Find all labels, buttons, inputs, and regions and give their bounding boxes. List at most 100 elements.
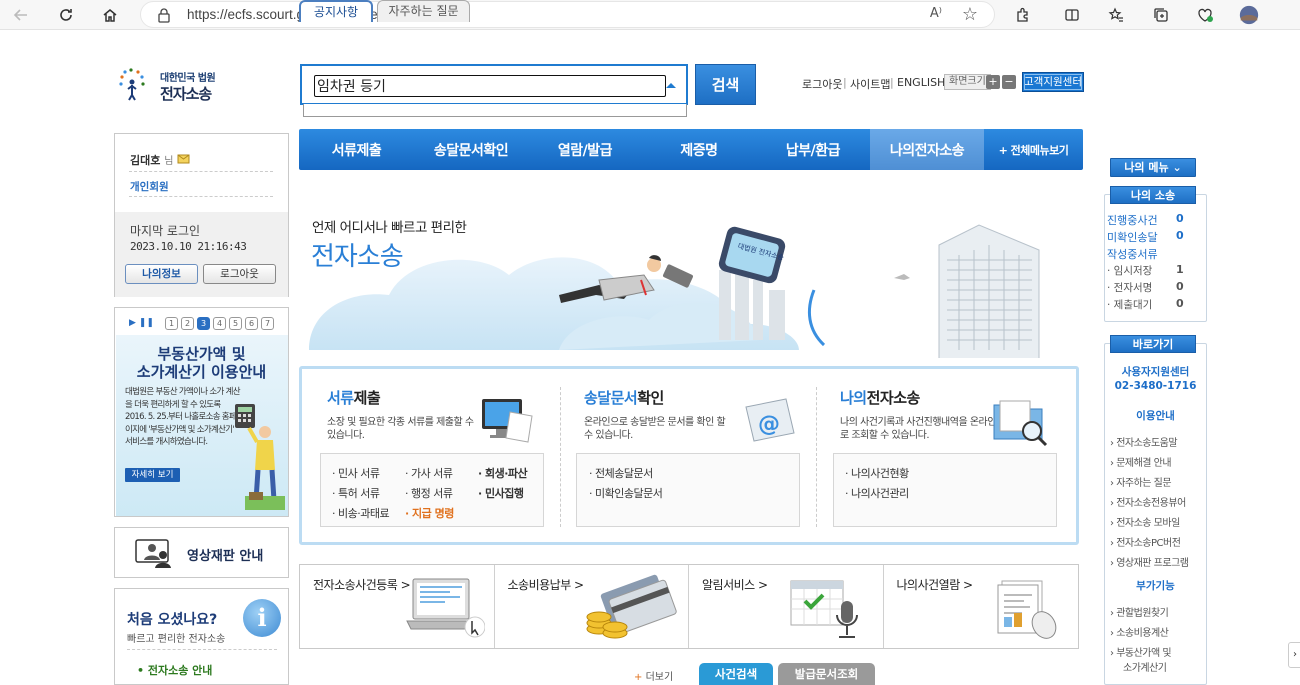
usage-link[interactable]: › 자주하는 질문	[1110, 474, 1172, 489]
font-decrease-button[interactable]: −	[1002, 75, 1016, 89]
link-all-delivery[interactable]: · 전체송달문서	[589, 465, 653, 481]
video-conference-icon	[135, 539, 171, 568]
link-patent-docs[interactable]: · 특허 서류	[332, 485, 380, 501]
refresh-icon[interactable]	[55, 4, 77, 26]
link-admin-docs[interactable]: · 행정 서류	[405, 485, 453, 501]
message-icon[interactable]	[177, 154, 191, 165]
link-payment-order[interactable]: · 지급 명령	[405, 505, 454, 521]
video-trial-guide[interactable]: 영상재판 안내	[114, 527, 289, 578]
case-search-tab[interactable]: 사건검색	[699, 663, 773, 685]
row-e-signature[interactable]: · 전자서명	[1107, 280, 1152, 295]
back-icon[interactable]	[10, 4, 32, 26]
issued-doc-search-tab[interactable]: 발급문서조회	[778, 663, 875, 685]
nav-my-ecourt[interactable]: 나의전자소송	[870, 129, 984, 170]
link-noncontentious[interactable]: · 비송·과태료	[332, 505, 390, 521]
row-unread-delivery[interactable]: 미확인송달	[1107, 229, 1158, 245]
row-drafts[interactable]: 작성중서류	[1107, 246, 1158, 262]
first-visit-subtitle: 빠르고 편리한 전자소송	[127, 634, 226, 645]
extra-link[interactable]: › 소송비용계산	[1110, 624, 1169, 639]
tab-notice[interactable]: 공지사항	[299, 0, 373, 22]
temp-saved-count[interactable]: 1	[1176, 263, 1184, 276]
usage-link[interactable]: › 전자소송PC버전	[1110, 534, 1181, 549]
extra-link-continued[interactable]: 소가계산기	[1123, 659, 1167, 674]
split-screen-icon[interactable]	[1061, 4, 1083, 26]
english-link[interactable]: ENGLISH	[897, 76, 945, 89]
slide-page[interactable]: 5	[229, 317, 242, 330]
quick-fee-payment[interactable]: 소송비용납부 >	[495, 565, 689, 648]
address-bar[interactable]: https://ecfs.scourt.go.kr/ecf/index.jsp …	[140, 1, 995, 28]
row-temp-saved[interactable]: · 임시저장	[1107, 263, 1152, 278]
extensions-icon[interactable]	[1012, 4, 1034, 26]
link-my-case-manage[interactable]: · 나의사건관리	[845, 485, 909, 501]
my-info-button[interactable]: 나의정보	[125, 264, 198, 284]
slide-page-active[interactable]: 3	[197, 317, 210, 330]
nav-document-submit[interactable]: 서류제출	[299, 129, 414, 170]
usage-link-text: 영상재판 프로그램	[1116, 558, 1189, 569]
link-my-case-status[interactable]: · 나의사건현황	[845, 465, 909, 481]
extra-link[interactable]: › 부동산가액 및	[1110, 644, 1172, 659]
nav-view-issue[interactable]: 열람/발급	[528, 129, 642, 170]
usage-link[interactable]: › 전자소송도움말	[1110, 434, 1178, 449]
link-rehab-bankrupt[interactable]: · 회생·파산	[478, 465, 528, 481]
profile-avatar[interactable]	[1238, 4, 1260, 26]
performance-icon[interactable]	[1194, 4, 1216, 26]
nav-all-menu[interactable]: + 전체메뉴보기	[984, 129, 1083, 170]
font-increase-button[interactable]: +	[986, 75, 1000, 89]
service-desc: 온라인으로 송달받은 문서를 확인 할 수 있습니다.	[584, 417, 726, 441]
more-link[interactable]: + 더보기	[634, 668, 673, 683]
quick-my-case-view[interactable]: 나의사건열람 >	[884, 565, 1079, 648]
logout-link[interactable]: 로그아웃	[802, 76, 842, 92]
my-menu-button[interactable]: 나의 메뉴 ⌄	[1110, 158, 1196, 177]
slide-page[interactable]: 6	[245, 317, 258, 330]
link-family-docs[interactable]: · 가사 서류	[405, 465, 453, 481]
row-pending-submit[interactable]: · 제출대기	[1107, 297, 1152, 312]
logout-button[interactable]: 로그아웃	[203, 264, 276, 284]
link-civil-docs[interactable]: · 민사 서류	[332, 465, 380, 481]
e-signature-count[interactable]: 0	[1176, 280, 1184, 293]
usage-link[interactable]: › 전자소송전용뷰어	[1110, 494, 1186, 509]
nav-payment-refund[interactable]: 납부/환급	[756, 129, 870, 170]
usage-link[interactable]: › 전자소송 모바일	[1110, 514, 1180, 529]
promo-more-button[interactable]: 자세히 보기	[125, 468, 180, 482]
service-title-delivery[interactable]: 송달문서확인	[584, 387, 664, 408]
slide-page[interactable]: 7	[261, 317, 274, 330]
quick-case-register[interactable]: 전자소송사건등록 >	[300, 565, 495, 648]
usage-link[interactable]: › 문제해결 안내	[1110, 454, 1172, 469]
nav-delivery-check[interactable]: 송달문서확인	[414, 129, 528, 170]
slide-play-pause-icon[interactable]: ▶ ❚❚	[129, 318, 154, 328]
search-dropdown-caret-icon[interactable]	[666, 83, 676, 88]
service-title-mycase[interactable]: 나의전자소송	[840, 387, 920, 408]
pending-submit-count[interactable]: 0	[1176, 297, 1184, 310]
usage-link[interactable]: › 영상재판 프로그램	[1110, 554, 1189, 569]
nav-certificates[interactable]: 제증명	[642, 129, 756, 170]
unread-delivery-count[interactable]: 0	[1176, 229, 1184, 242]
extra-link[interactable]: › 관할법원찾기	[1110, 604, 1169, 619]
service-title-submit[interactable]: 서류제출	[327, 387, 381, 408]
support-center-name: 사용자지원센터	[1121, 366, 1190, 378]
collections-icon[interactable]	[1150, 4, 1172, 26]
sitemap-link[interactable]: 사이트맵	[850, 76, 890, 92]
tab-faq[interactable]: 자주하는 질문	[377, 0, 470, 22]
usage-link-text: 자주하는 질문	[1116, 478, 1172, 489]
court-logo[interactable]: 대한민국 법원 전자소송	[118, 66, 228, 104]
slide-page[interactable]: 1	[165, 317, 178, 330]
slide-page[interactable]: 4	[213, 317, 226, 330]
more-link-text: 더보기	[645, 672, 674, 683]
read-aloud-icon[interactable]: A⁾	[930, 6, 942, 21]
quick-notification-service[interactable]: 알림서비스 >	[689, 565, 884, 648]
link-unread-delivery[interactable]: · 미확인송달문서	[589, 485, 663, 501]
ongoing-cases-count[interactable]: 0	[1176, 212, 1184, 225]
search-input[interactable]	[314, 75, 666, 97]
link-civil-execution[interactable]: · 민사집행	[478, 485, 524, 501]
favorites-icon[interactable]	[1105, 4, 1127, 26]
service-title-rest: 확인	[637, 389, 664, 407]
row-ongoing-cases[interactable]: 진행중사건	[1107, 212, 1158, 228]
search-autocomplete-dropdown[interactable]	[303, 104, 687, 117]
search-button[interactable]: 검색	[695, 64, 756, 105]
customer-center-button[interactable]: 고객지원센터	[1022, 72, 1084, 92]
home-icon[interactable]	[99, 4, 121, 26]
favorite-star-icon[interactable]: ☆	[962, 4, 978, 25]
slide-page[interactable]: 2	[181, 317, 194, 330]
side-scroll-arrow-icon[interactable]: ›	[1288, 642, 1300, 668]
ecourt-guide-link[interactable]: • 전자소송 안내	[137, 662, 212, 678]
